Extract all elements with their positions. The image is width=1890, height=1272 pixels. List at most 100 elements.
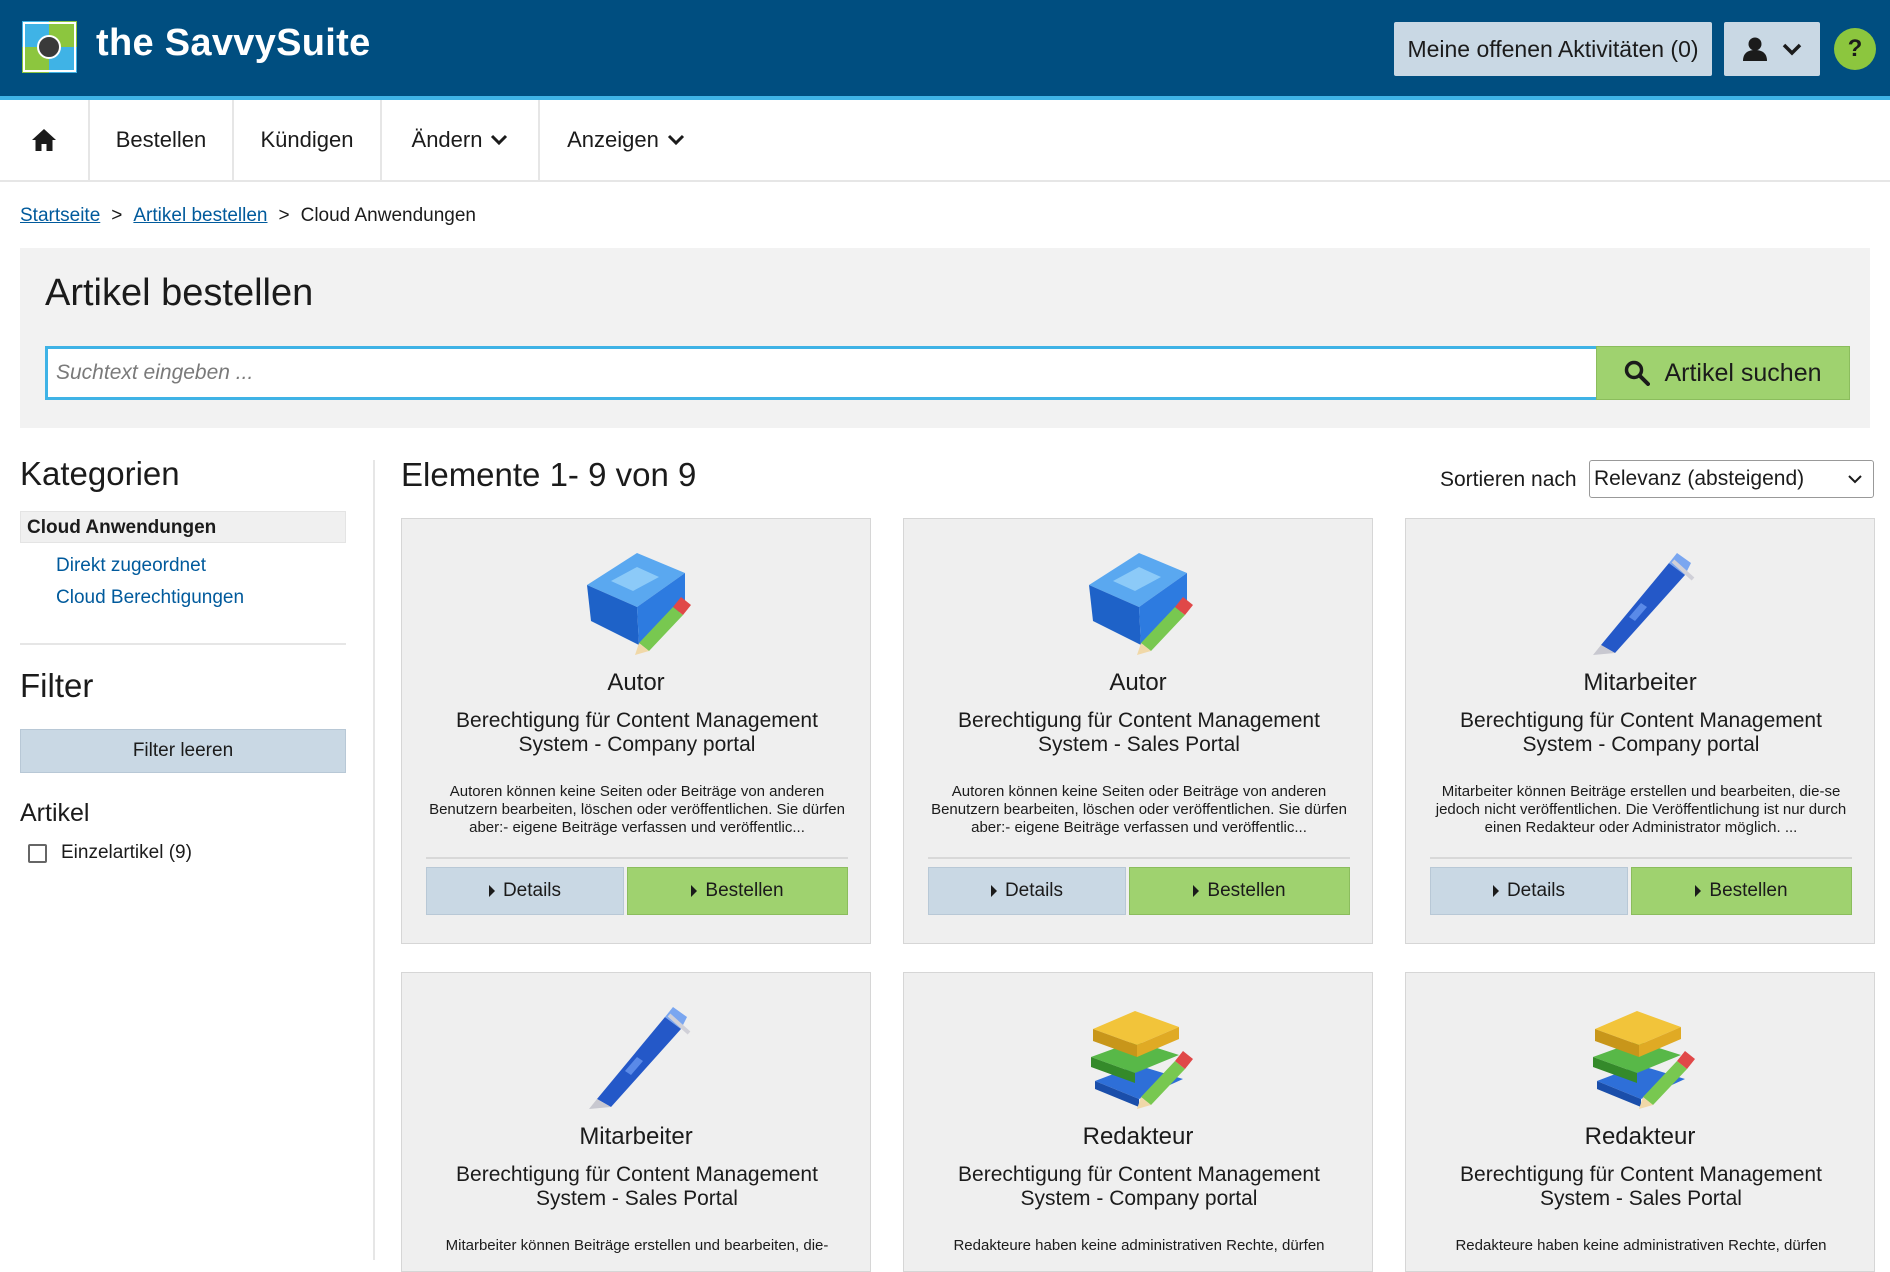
search-button[interactable]: Artikel suchen [1596, 346, 1850, 400]
card-description: Autoren können keine Seiten oder Beiträg… [931, 783, 1347, 836]
category-cloud-anwendungen[interactable]: Cloud Anwendungen [20, 511, 346, 543]
order-label: Bestellen [1709, 880, 1788, 901]
card-subtitle: Berechtigung für Content Management Syst… [934, 1163, 1344, 1211]
sort-select-value: Relevanz (absteigend) [1594, 467, 1805, 490]
nav-bestellen[interactable]: Bestellen [90, 100, 234, 180]
einzelartikel-filter[interactable]: Einzelartikel (9) [20, 842, 346, 864]
product-card: Mitarbeiter Berechtigung für Content Man… [1405, 518, 1875, 944]
product-card: Redakteur Berechtigung für Content Manag… [1405, 972, 1875, 1272]
breadcrumb-separator: > [111, 205, 123, 226]
card-separator [928, 857, 1350, 859]
product-card: Autor Berechtigung für Content Managemen… [401, 518, 871, 944]
chevron-down-icon [667, 134, 684, 146]
card-title: Redakteur [1584, 1123, 1696, 1150]
card-subtitle-prefix: Berechtigung für [1460, 709, 1620, 732]
details-button[interactable]: Details [426, 867, 624, 915]
caret-right-icon [990, 885, 997, 897]
order-label: Bestellen [1207, 880, 1286, 901]
filter-title: Filter [20, 667, 94, 704]
product-card: Redakteur Berechtigung für Content Manag… [903, 972, 1373, 1272]
savvysuite-logo-icon[interactable] [22, 21, 77, 73]
brand-name[interactable]: the SavvySuite [96, 22, 371, 65]
pen-icon [1581, 545, 1701, 655]
nav-label: Kündigen [260, 127, 354, 152]
card-separator [1430, 857, 1852, 859]
nav-label: Ändern [411, 127, 483, 152]
sort-select[interactable]: Relevanz (absteigend) [1589, 460, 1874, 498]
product-card: Mitarbeiter Berechtigung für Content Man… [401, 972, 871, 1272]
product-card: Autor Berechtigung für Content Managemen… [903, 518, 1373, 944]
book-pencil-blue-icon [1079, 545, 1199, 655]
card-title: Autor [1109, 669, 1167, 696]
card-subtitle-prefix: Berechtigung für [1460, 1163, 1620, 1186]
sort-label: Sortieren nach [1440, 468, 1577, 491]
search-icon [1625, 360, 1651, 386]
details-label: Details [1004, 880, 1064, 901]
einzelartikel-checkbox[interactable] [28, 843, 47, 863]
breadcrumb-link-artikel-bestellen[interactable]: Artikel bestellen [133, 205, 267, 226]
help-button[interactable]: ? [1834, 28, 1876, 70]
caret-right-icon [691, 885, 698, 897]
card-subtitle-prefix: Berechtigung für [456, 1163, 616, 1186]
subcategory-cloud-berechtigungen[interactable]: Cloud Berechtigungen [56, 587, 346, 609]
sidebar-divider-vertical [373, 460, 375, 1260]
sidebar-divider [20, 643, 346, 645]
card-subtitle: Berechtigung für Content Management Syst… [1436, 709, 1846, 757]
breadcrumb-separator: > [278, 205, 290, 226]
main-nav: Bestellen Kündigen Ändern Anzeigen [0, 100, 1890, 182]
page-title: Artikel bestellen [45, 272, 314, 314]
card-subtitle-prefix: Berechtigung für [958, 1163, 1118, 1186]
card-subtitle: Berechtigung für Content Management Syst… [934, 709, 1344, 757]
caret-right-icon [1492, 885, 1499, 897]
results-count-title: Elemente 1- 9 von 9 [401, 456, 697, 493]
book-pencil-blue-icon [577, 545, 697, 655]
filter-clear-button[interactable]: Filter leeren [20, 729, 346, 773]
card-description: Mitarbeiter können Beiträge erstellen un… [1435, 783, 1847, 836]
search-button-label: Artikel suchen [1664, 358, 1822, 387]
details-button[interactable]: Details [1430, 867, 1628, 915]
card-description: Redakteure haben keine administrativen R… [1455, 1237, 1827, 1254]
sidebar: Kategorien Cloud Anwendungen Direkt zuge… [20, 455, 346, 864]
nav-label: Anzeigen [567, 127, 659, 152]
home-button[interactable] [0, 100, 90, 180]
order-button[interactable]: Bestellen [1129, 867, 1350, 915]
chevron-down-icon [1848, 475, 1862, 484]
categories-title: Kategorien [20, 455, 180, 492]
search-input[interactable] [45, 346, 1615, 400]
details-label: Details [502, 880, 562, 901]
chevron-down-icon [491, 134, 508, 146]
open-activities-button[interactable]: Meine offenen Aktivitäten (0) [1394, 22, 1712, 76]
breadcrumb: Startseite > Artikel bestellen > Cloud Anwen… [20, 205, 476, 227]
card-description: Mitarbeiter können Beiträge erstellen un… [445, 1237, 829, 1254]
card-subtitle: Berechtigung für Content Management Syst… [432, 1163, 842, 1211]
order-button[interactable]: Bestellen [627, 867, 848, 915]
breadcrumb-link-startseite[interactable]: Startseite [20, 205, 100, 226]
card-title: Redakteur [1082, 1123, 1194, 1150]
nav-kuendigen[interactable]: Kündigen [234, 100, 382, 180]
order-button[interactable]: Bestellen [1631, 867, 1852, 915]
card-description: Redakteure haben keine administrativen R… [953, 1237, 1325, 1254]
user-menu-button[interactable] [1724, 22, 1820, 76]
chevron-down-icon [1782, 43, 1802, 56]
card-description: Autoren können keine Seiten oder Beiträg… [429, 783, 845, 836]
nav-aendern[interactable]: Ändern [382, 100, 540, 180]
books-pencil-icon [1581, 999, 1701, 1109]
search-panel: Artikel bestellen Artikel suchen [20, 248, 1870, 428]
details-button[interactable]: Details [928, 867, 1126, 915]
breadcrumb-current: Cloud Anwendungen [300, 205, 476, 226]
order-label: Bestellen [705, 880, 784, 901]
nav-anzeigen[interactable]: Anzeigen [540, 100, 712, 180]
home-icon [32, 129, 56, 151]
caret-right-icon [1695, 885, 1702, 897]
user-icon [1743, 37, 1767, 61]
subcategory-direkt-zugeordnet[interactable]: Direkt zugeordnet [56, 555, 346, 577]
caret-right-icon [488, 885, 495, 897]
top-header: the SavvySuite Meine offenen Aktivitäten… [0, 0, 1890, 100]
artikel-filter-title: Artikel [20, 799, 90, 827]
card-title: Mitarbeiter [1583, 669, 1697, 696]
caret-right-icon [1193, 885, 1200, 897]
books-pencil-icon [1079, 999, 1199, 1109]
card-subtitle-prefix: Berechtigung für [958, 709, 1118, 732]
einzelartikel-label: Einzelartikel (9) [61, 842, 192, 863]
pen-icon [577, 999, 697, 1109]
